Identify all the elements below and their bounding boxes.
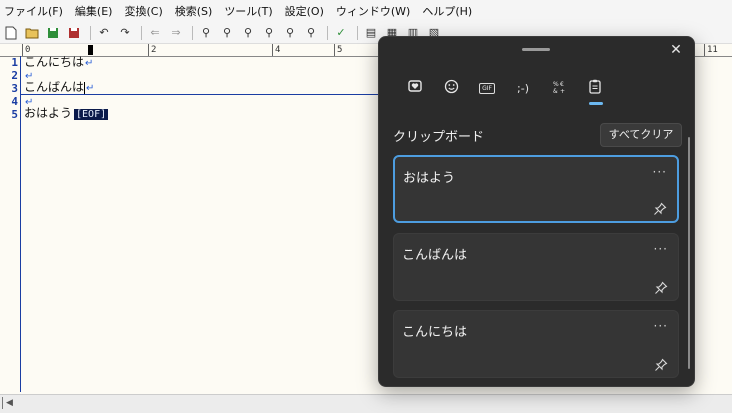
clear-all-button[interactable]: すべてクリア — [600, 123, 682, 147]
open-folder-icon[interactable] — [23, 25, 41, 41]
close-button[interactable]: ✕ — [668, 42, 684, 58]
mark-icon[interactable]: ⚲ — [302, 25, 320, 41]
search-prev-icon[interactable]: ⚲ — [218, 25, 236, 41]
svg-text:+: + — [560, 88, 565, 94]
return-mark: ↵ — [85, 58, 94, 69]
line-content: おはよう — [24, 106, 73, 120]
line-number: 4 — [11, 95, 18, 108]
pin-icon[interactable] — [654, 357, 668, 371]
tab-symbols[interactable]: % € & + — [541, 77, 577, 99]
clipboard-title: クリップボード — [393, 130, 485, 145]
jump-back-icon[interactable]: ⇐ — [146, 25, 164, 41]
redo-icon[interactable]: ↷ — [116, 25, 134, 41]
menu-edit[interactable]: 編集(E) — [75, 3, 113, 19]
eof-marker: [EOF] — [74, 109, 109, 120]
menu-settings[interactable]: 設定(O) — [285, 3, 324, 19]
toolbar-separator — [192, 25, 193, 40]
toolbar-separator — [327, 25, 328, 40]
tab-kaomoji[interactable]: ;-) — [505, 77, 541, 99]
menu-bar: ファイル(F) 編集(E) 変換(C) 検索(S) ツール(T) 設定(O) ウ… — [0, 0, 732, 22]
kaomoji-icon: ;-) — [517, 81, 529, 95]
cursor-line-underline — [21, 94, 379, 95]
menu-help[interactable]: ヘルプ(H) — [422, 3, 472, 19]
svg-text:%: % — [553, 81, 559, 88]
clipboard-item[interactable]: こんにちは ··· — [393, 310, 679, 378]
menu-search[interactable]: 検索(S) — [175, 3, 213, 19]
clipboard-item-text: こんばんは — [402, 248, 468, 263]
more-options-icon[interactable]: ··· — [653, 165, 667, 179]
editor-line-5[interactable]: おはよう [EOF] — [24, 106, 109, 121]
menu-convert[interactable]: 変換(C) — [124, 3, 162, 19]
clipboard-icon — [589, 79, 601, 98]
tag-jump-icon[interactable]: ✓ — [332, 25, 350, 41]
toolbar-separator — [357, 25, 358, 40]
undo-icon[interactable]: ↶ — [95, 25, 113, 41]
ruler-mark: 5 — [334, 44, 342, 56]
clipboard-item-text: おはよう — [403, 171, 456, 186]
pin-icon[interactable] — [654, 280, 668, 294]
grep-icon[interactable]: ⚲ — [281, 25, 299, 41]
tab-clipboard[interactable] — [577, 77, 613, 105]
clipboard-history-panel: ✕ GIF ;-) % € & + クリップボード すべてクリア おはよう ··… — [378, 36, 695, 387]
ruler-cursor-indicator — [88, 45, 93, 55]
tab-favorites[interactable] — [397, 77, 433, 99]
panel-scrollbar[interactable] — [688, 137, 690, 369]
scroll-position-mark — [2, 397, 3, 409]
horizontal-scrollbar[interactable]: ◀ — [0, 394, 732, 413]
smiley-icon — [444, 79, 459, 98]
menu-window[interactable]: ウィンドウ(W) — [336, 3, 410, 19]
ruler-mark: 4 — [272, 44, 280, 56]
menu-tools[interactable]: ツール(T) — [224, 3, 272, 19]
new-file-icon[interactable] — [2, 25, 20, 41]
clipboard-item[interactable]: こんばんは ··· — [393, 233, 679, 301]
jump-forward-icon[interactable]: ⇒ — [167, 25, 185, 41]
svg-text:&: & — [553, 88, 558, 94]
editor-line-1[interactable]: こんにちは↵ — [24, 56, 93, 70]
replace-icon[interactable]: ⚲ — [260, 25, 278, 41]
text-caret — [84, 81, 86, 94]
symbols-icon: % € & + — [552, 79, 567, 98]
tab-emoji[interactable] — [433, 77, 469, 99]
search-icon[interactable]: ⚲ — [197, 25, 215, 41]
line-number: 1 — [11, 56, 18, 69]
save-all-icon[interactable] — [65, 25, 83, 41]
scroll-left-icon[interactable]: ◀ — [6, 398, 13, 408]
panel-drag-handle[interactable] — [522, 48, 550, 51]
print-icon[interactable]: ▤ — [362, 25, 380, 41]
return-mark: ↵ — [86, 83, 95, 94]
tab-gif[interactable]: GIF — [469, 77, 505, 99]
more-options-icon[interactable]: ··· — [654, 319, 668, 333]
line-number: 2 — [11, 69, 18, 82]
pin-icon[interactable] — [653, 201, 667, 215]
line-content: こんにちは — [24, 55, 85, 69]
panel-tabs: GIF ;-) % € & + — [397, 77, 613, 105]
line-number: 3 — [11, 82, 18, 95]
toolbar-separator — [141, 25, 142, 40]
save-icon[interactable] — [44, 25, 62, 41]
ruler-mark: 11 — [704, 44, 718, 56]
ruler-mark: 2 — [148, 44, 156, 56]
svg-text:€: € — [560, 81, 564, 88]
line-content: こんばんは — [24, 80, 85, 94]
editor-line-3[interactable]: こんばんは ↵ — [24, 81, 94, 95]
more-options-icon[interactable]: ··· — [654, 242, 668, 256]
gif-icon: GIF — [479, 82, 495, 94]
clipboard-item-text: こんにちは — [402, 325, 468, 340]
line-number: 5 — [11, 108, 18, 121]
search-next-icon[interactable]: ⚲ — [239, 25, 257, 41]
clipboard-item[interactable]: おはよう ··· — [393, 155, 679, 223]
toolbar-separator — [90, 25, 91, 40]
heart-icon — [408, 79, 422, 97]
menu-file[interactable]: ファイル(F) — [4, 3, 63, 19]
